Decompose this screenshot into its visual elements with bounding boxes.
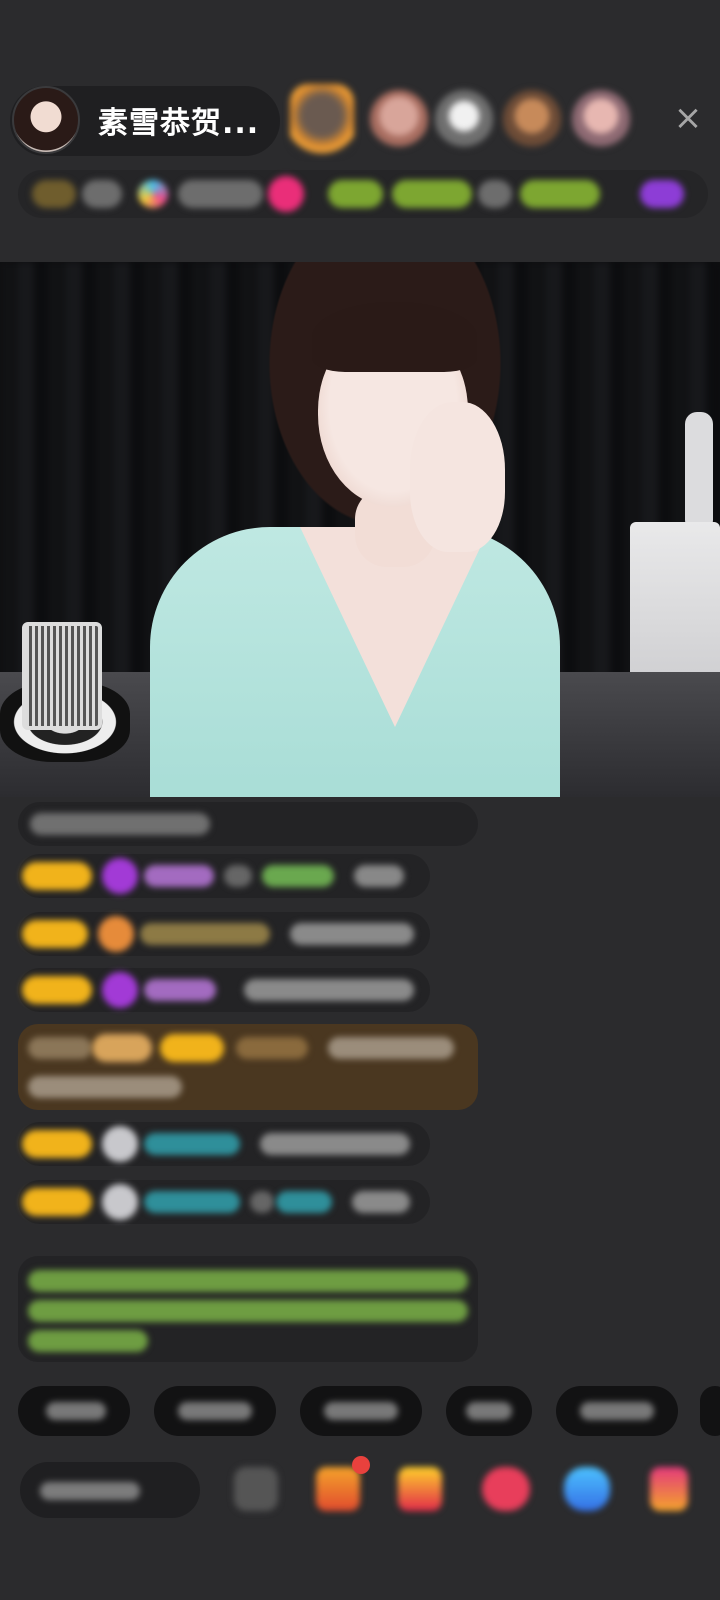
orange-fan-icon [98,916,134,952]
level-badge [22,862,92,890]
user-avatar-icon [102,1126,138,1162]
top-viewer-avatar[interactable] [290,84,354,154]
heart-gift-icon[interactable] [482,1467,530,1511]
pill-label [324,1402,398,1420]
gift-box-icon[interactable] [316,1467,360,1511]
viewer-avatar[interactable] [572,90,630,148]
streamer-bangs [312,302,477,372]
chat-message[interactable] [18,1122,430,1166]
chat-text [30,813,210,835]
close-icon[interactable]: × [670,100,706,136]
notice-text [28,1330,148,1352]
store-icon[interactable] [650,1467,688,1511]
info-text [178,180,263,208]
chat-text [260,1133,410,1155]
viewer-avatar[interactable] [503,90,561,148]
green-text-tag [392,180,472,208]
chat-username [140,923,270,945]
notice-text [28,1270,468,1292]
chat-message[interactable] [18,912,430,956]
pill-label [178,1402,252,1420]
notification-dot [352,1456,370,1474]
quick-reply-pill[interactable] [700,1386,720,1436]
pink-gift-icon [268,176,304,212]
host-avatar[interactable] [12,86,80,154]
chat-text [328,1037,454,1059]
background-object [685,412,713,532]
chat-text [290,923,414,945]
level-badge-icon [32,180,76,208]
chat-text [244,979,414,1001]
pill-label [46,1402,106,1420]
chat-text [28,1076,182,1098]
chat-text [276,1191,332,1213]
chat-input[interactable] [20,1462,200,1518]
chat-text [354,865,404,887]
quick-reply-pill[interactable] [18,1386,130,1436]
level-badge [22,920,88,948]
chat-text [262,865,334,887]
level-badge [22,976,92,1004]
colorful-icon [138,180,168,208]
purple-diamond-icon [102,858,138,894]
chat-message[interactable] [18,968,430,1012]
notice-text [28,1300,468,1322]
green-text-tag [520,180,600,208]
chat-username [144,1191,240,1213]
quick-reply-pill[interactable] [446,1386,532,1436]
quick-reply-pill[interactable] [154,1386,276,1436]
level-badge [22,1188,92,1216]
pill-label [466,1402,512,1420]
pill-label [580,1402,654,1420]
live-video[interactable] [0,262,720,797]
level-badge [22,1130,92,1158]
microphone [22,622,102,730]
purple-icon [640,180,684,208]
emoji-icon[interactable] [234,1467,278,1511]
blue-gift-icon[interactable] [564,1467,610,1511]
chat-username [144,1133,240,1155]
chat-text [224,865,252,887]
chat-text [352,1191,410,1213]
level-badge [160,1034,224,1062]
host-name[interactable]: 素雪恭贺... [98,98,259,142]
viewer-avatar[interactable] [370,90,428,148]
chat-message[interactable] [18,802,478,846]
chat-text [28,1037,92,1059]
gift-icon[interactable] [398,1467,442,1511]
info-text [82,180,122,208]
chat-message[interactable] [18,1180,430,1224]
chat-text [250,1191,274,1213]
system-notice [18,1256,478,1362]
green-text-tag [328,180,383,208]
info-text [478,180,512,208]
chat-message-highlight[interactable] [18,1024,478,1110]
user-avatar-icon [102,1184,138,1220]
chat-message[interactable] [18,854,430,898]
purple-diamond-icon [102,972,138,1008]
streamer-hand [410,402,505,552]
chat-username [144,865,214,887]
quick-reply-pill[interactable] [556,1386,678,1436]
quick-reply-pill[interactable] [300,1386,422,1436]
vip-badge [92,1034,152,1062]
chat-input-placeholder [40,1482,140,1500]
chat-username [144,979,216,1001]
viewer-avatar[interactable] [435,90,493,148]
chat-username [236,1037,308,1059]
